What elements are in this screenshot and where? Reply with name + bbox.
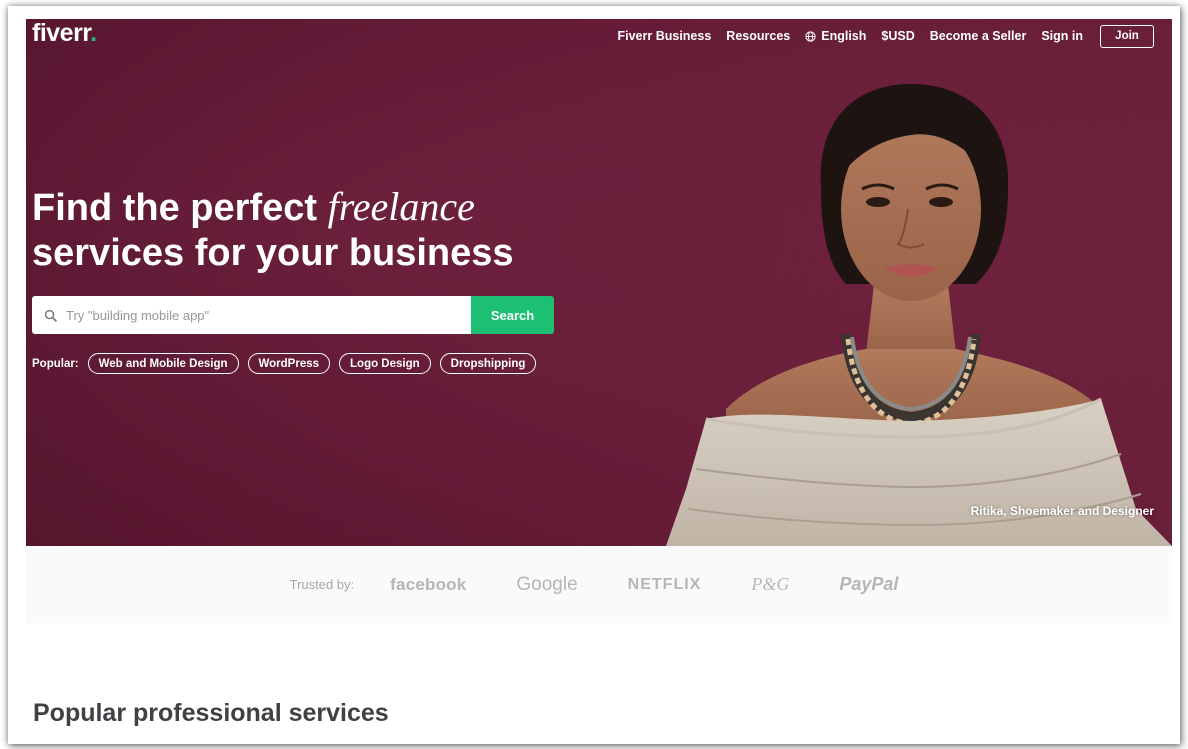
logo-dot: . [90, 19, 97, 47]
nav-sign-in[interactable]: Sign in [1041, 29, 1083, 43]
popular-label: Popular: [32, 357, 79, 370]
popular-services-title: Popular professional services [33, 699, 389, 727]
hero-person-photo [666, 84, 1172, 546]
popular-searches: Popular: Web and Mobile Design WordPress… [32, 353, 537, 374]
browser-frame: fiverr. Fiverr Business Resources Englis… [8, 6, 1180, 744]
language-label: English [821, 29, 867, 43]
hero-headline: Find the perfect freelance services for … [32, 184, 514, 276]
join-button[interactable]: Join [1100, 24, 1154, 48]
nav-language[interactable]: English [805, 29, 866, 43]
google-logo: Google [516, 573, 578, 595]
trusted-by-bar: Trusted by: facebook Google NETFLIX P&G … [26, 546, 1172, 623]
headline-part1: Find the perfect [32, 187, 328, 229]
logo-text: fiverr [32, 19, 91, 47]
netflix-logo: NETFLIX [627, 575, 702, 593]
popular-pill-dropshipping[interactable]: Dropshipping [439, 353, 537, 374]
nav-resources[interactable]: Resources [726, 29, 790, 43]
pg-logo: P&G [751, 574, 790, 594]
globe-icon [805, 30, 816, 42]
headline-part2: services for your business [32, 232, 514, 274]
top-nav: Fiverr Business Resources English $USD B… [618, 23, 1154, 49]
search-field[interactable] [32, 296, 471, 334]
headline-italic: freelance [327, 184, 475, 229]
popular-pill-web-mobile-design[interactable]: Web and Mobile Design [87, 353, 239, 374]
nav-become-seller[interactable]: Become a Seller [930, 29, 1027, 43]
popular-pill-logo-design[interactable]: Logo Design [339, 353, 431, 374]
nav-currency[interactable]: $USD [881, 29, 914, 43]
trusted-by-label: Trusted by: [289, 577, 355, 592]
search-input[interactable] [66, 307, 446, 323]
search-icon [44, 309, 57, 322]
facebook-logo: facebook [390, 574, 467, 594]
search-button[interactable]: Search [471, 296, 554, 334]
nav-fiverr-business[interactable]: Fiverr Business [618, 29, 712, 43]
search-bar: Search [32, 296, 554, 334]
photo-caption: Ritika, Shoemaker and Designer [970, 504, 1154, 518]
paypal-logo: PayPal [839, 574, 899, 594]
hero-banner: fiverr. Fiverr Business Resources Englis… [26, 19, 1172, 546]
fiverr-logo[interactable]: fiverr. [32, 19, 97, 48]
trusted-by-row: Trusted by: facebook Google NETFLIX P&G … [290, 574, 899, 596]
popular-pill-wordpress[interactable]: WordPress [247, 353, 331, 374]
